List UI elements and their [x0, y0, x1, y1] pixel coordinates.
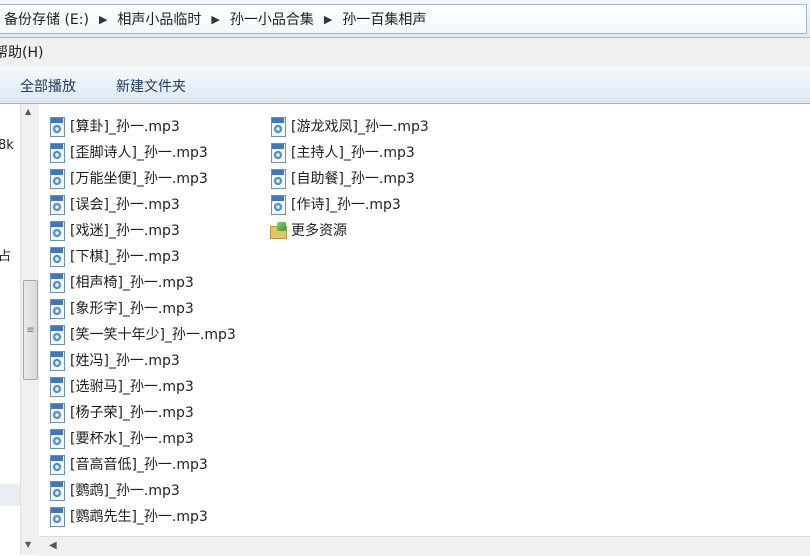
scroll-down-icon[interactable]: ▼	[25, 540, 31, 549]
breadcrumb-folder-1[interactable]: 相声小品临时	[113, 9, 205, 29]
mp3-file-icon	[48, 506, 66, 527]
breadcrumb-separator-icon[interactable]: ▶	[93, 13, 113, 26]
mp3-file-icon	[48, 376, 66, 397]
file-name: [笑一笑十年少]_孙一.mp3	[70, 327, 236, 343]
mp3-file-icon	[48, 116, 66, 137]
file-name: [象形字]_孙一.mp3	[70, 301, 194, 317]
list-item[interactable]: [鹦鹉先生]_孙一.mp3	[48, 504, 208, 528]
breadcrumb-separator-icon[interactable]: ▶	[318, 13, 338, 26]
file-name: 更多资源	[291, 223, 347, 239]
file-name: [戏迷]_孙一.mp3	[70, 223, 180, 239]
list-item[interactable]: [笑一笑十年少]_孙一.mp3	[48, 322, 236, 346]
address-bar: 备份存储 (E:) ▶ 相声小品临时 ▶ 孙一小品合集 ▶ 孙一百集相声	[0, 0, 810, 38]
mp3-file-icon	[48, 480, 66, 501]
mp3-file-icon	[48, 168, 66, 189]
list-item[interactable]: [杨子荣]_孙一.mp3	[48, 400, 194, 424]
mp3-file-icon	[48, 454, 66, 475]
list-item[interactable]: [游龙戏凤]_孙一.mp3	[269, 114, 429, 138]
file-name: [下棋]_孙一.mp3	[70, 249, 180, 265]
file-name: [鹦鹉先生]_孙一.mp3	[70, 509, 208, 525]
mp3-file-icon	[269, 116, 287, 137]
nav-pane-text-fragment: 8k	[0, 138, 14, 153]
breadcrumb[interactable]: 备份存储 (E:) ▶ 相声小品临时 ▶ 孙一小品合集 ▶ 孙一百集相声	[0, 4, 807, 34]
breadcrumb-folder-3[interactable]: 孙一百集相声	[338, 9, 430, 29]
mp3-file-icon	[48, 298, 66, 319]
mp3-file-icon	[48, 142, 66, 163]
list-item[interactable]: [姓冯]_孙一.mp3	[48, 348, 180, 372]
file-name: [作诗]_孙一.mp3	[291, 197, 401, 213]
list-item[interactable]: [下棋]_孙一.mp3	[48, 244, 180, 268]
list-item[interactable]: [选驸马]_孙一.mp3	[48, 374, 194, 398]
list-item[interactable]: [算卦]_孙一.mp3	[48, 114, 180, 138]
file-name: [自助餐]_孙一.mp3	[291, 171, 415, 187]
file-name: [相声椅]_孙一.mp3	[70, 275, 194, 291]
mp3-file-icon	[48, 402, 66, 423]
list-item[interactable]: 更多资源	[269, 218, 347, 242]
list-item[interactable]: [戏迷]_孙一.mp3	[48, 218, 180, 242]
file-name: [杨子荣]_孙一.mp3	[70, 405, 194, 421]
new-folder-button[interactable]: 新建文件夹	[116, 76, 186, 96]
breadcrumb-drive[interactable]: 备份存储 (E:)	[0, 9, 93, 29]
list-item[interactable]: [作诗]_孙一.mp3	[269, 192, 401, 216]
file-list: [算卦]_孙一.mp3 [歪脚诗人]_孙一.mp3 [万能坐便]_孙一.mp3 …	[39, 104, 810, 536]
menu-help[interactable]: 帮助(H)	[0, 42, 43, 62]
list-item[interactable]: [象形字]_孙一.mp3	[48, 296, 194, 320]
mp3-file-icon	[48, 194, 66, 215]
list-item[interactable]: [自助餐]_孙一.mp3	[269, 166, 415, 190]
list-item[interactable]: [万能坐便]_孙一.mp3	[48, 166, 208, 190]
scroll-up-icon[interactable]: ▲	[25, 107, 31, 116]
scroll-left-icon[interactable]: ◀	[49, 540, 57, 551]
shortcut-icon	[269, 221, 287, 240]
file-name: [要杯水]_孙一.mp3	[70, 431, 194, 447]
list-item[interactable]: [相声椅]_孙一.mp3	[48, 270, 194, 294]
menu-bar: 帮助(H)	[0, 38, 810, 67]
list-item[interactable]: [主持人]_孙一.mp3	[269, 140, 415, 164]
file-name: [万能坐便]_孙一.mp3	[70, 171, 208, 187]
file-list-horizontal-scrollbar[interactable]: ◀	[39, 536, 810, 556]
file-name: [鹦鹉]_孙一.mp3	[70, 483, 180, 499]
mp3-file-icon	[48, 428, 66, 449]
play-all-button[interactable]: 全部播放	[20, 76, 76, 96]
file-name: [游龙戏凤]_孙一.mp3	[291, 119, 429, 135]
file-name: [歪脚诗人]_孙一.mp3	[70, 145, 208, 161]
list-item[interactable]: [鹦鹉]_孙一.mp3	[48, 478, 180, 502]
scrollbar-thumb[interactable]: ≡	[23, 280, 38, 380]
file-name: [姓冯]_孙一.mp3	[70, 353, 180, 369]
list-item[interactable]: [误会]_孙一.mp3	[48, 192, 180, 216]
mp3-file-icon	[48, 246, 66, 267]
list-item[interactable]: [要杯水]_孙一.mp3	[48, 426, 194, 450]
mp3-file-icon	[48, 220, 66, 241]
breadcrumb-folder-2[interactable]: 孙一小品合集	[226, 9, 318, 29]
breadcrumb-separator-icon[interactable]: ▶	[205, 13, 225, 26]
file-name: [选驸马]_孙一.mp3	[70, 379, 194, 395]
list-item[interactable]: [音高音低]_孙一.mp3	[48, 452, 208, 476]
navigation-pane-scrollbar[interactable]: ▲ ≡ ▼	[20, 104, 39, 555]
mp3-file-icon	[48, 324, 66, 345]
mp3-file-icon	[269, 142, 287, 163]
mp3-file-icon	[48, 350, 66, 371]
file-name: [音高音低]_孙一.mp3	[70, 457, 208, 473]
nav-pane-text-fragment: 占	[0, 249, 12, 264]
list-item[interactable]: [歪脚诗人]_孙一.mp3	[48, 140, 208, 164]
mp3-file-icon	[269, 194, 287, 215]
mp3-file-icon	[48, 272, 66, 293]
file-name: [误会]_孙一.mp3	[70, 197, 180, 213]
file-name: [算卦]_孙一.mp3	[70, 119, 180, 135]
nav-pane-selected-item[interactable]	[0, 484, 20, 506]
file-name: [主持人]_孙一.mp3	[291, 145, 415, 161]
command-toolbar: 全部播放 新建文件夹	[0, 66, 810, 104]
mp3-file-icon	[269, 168, 287, 189]
